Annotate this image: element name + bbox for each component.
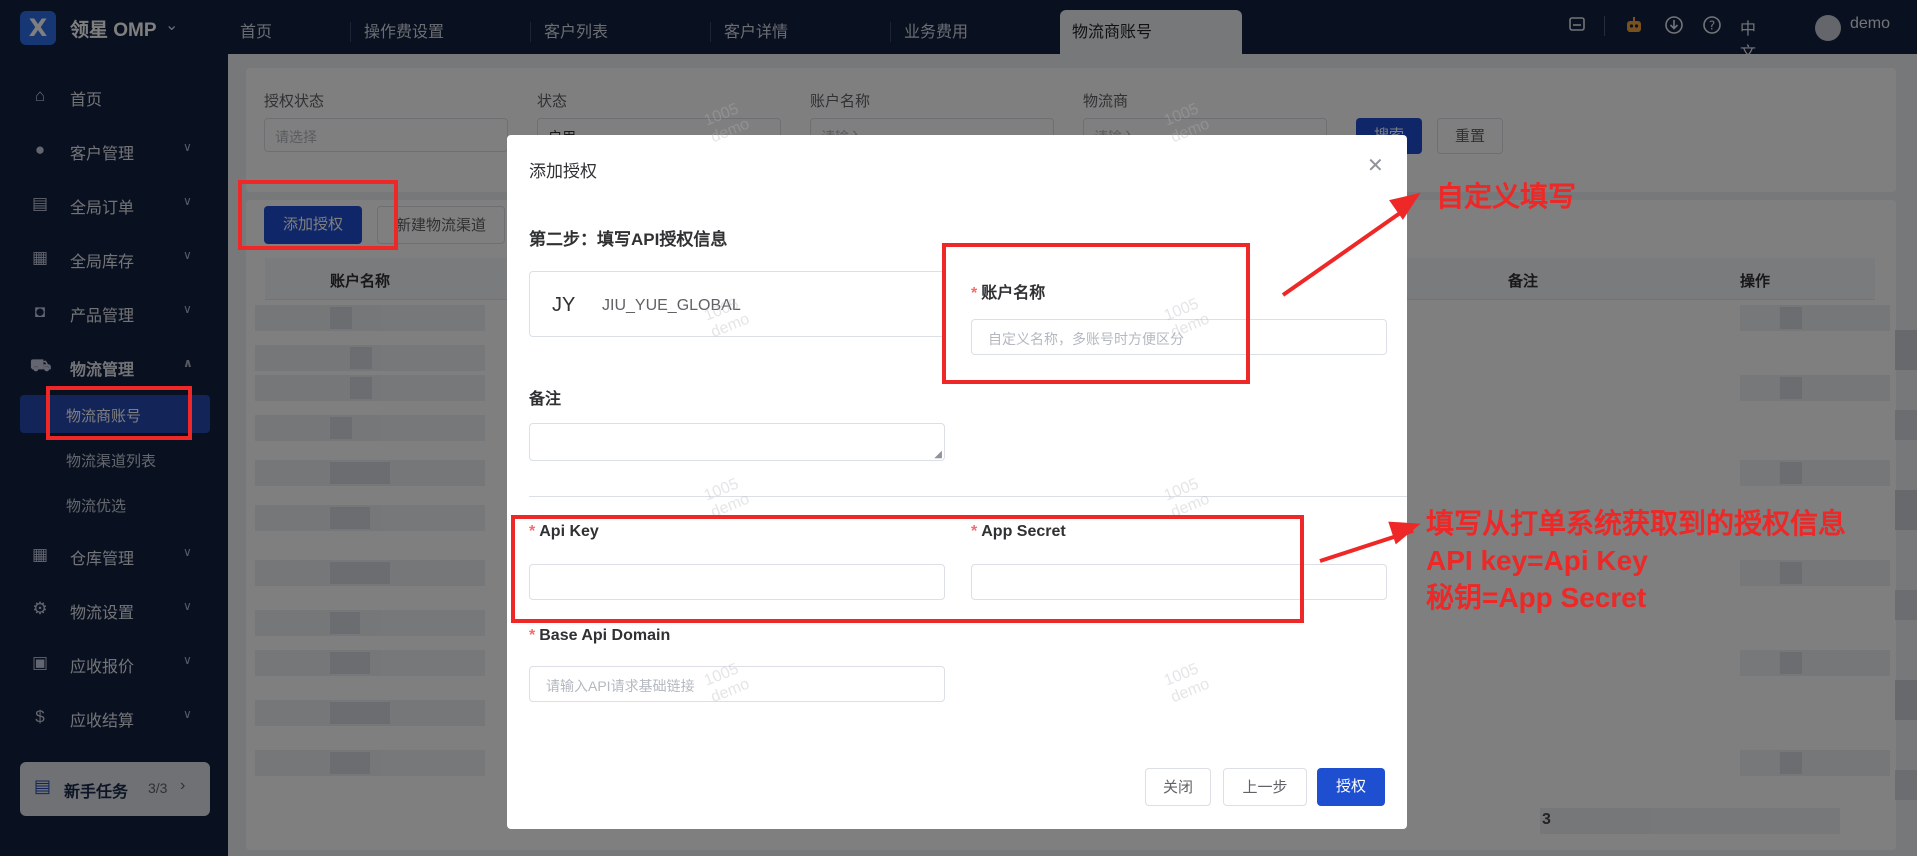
dialog-title: 添加授权 (529, 162, 597, 181)
resize-handle-icon[interactable]: ◢ (934, 449, 942, 460)
remark-label: 备注 (529, 391, 562, 408)
annotation-auth-info-title: 填写从打单系统获取到的授权信息 (1426, 508, 1847, 539)
annotation-custom-fill: 自定义填写 (1436, 181, 1577, 212)
annotation-box-account-name (942, 243, 1250, 384)
step-title: 第二步：填写API授权信息 (529, 230, 728, 249)
annotation-box-add-auth (238, 180, 398, 250)
carrier-abbr: JY (552, 294, 576, 316)
annotation-secret-mapping: 秘钥=App Secret (1426, 582, 1647, 613)
required-mark: * (529, 627, 536, 644)
remark-textarea[interactable]: ◢ (529, 423, 945, 461)
add-auth-dialog: 添加授权 ✕ 第二步：填写API授权信息 JY JIU_YUE_GLOBAL *… (507, 100, 1407, 829)
previous-step-button[interactable]: 上一步 (1223, 768, 1307, 806)
base-domain-label-text: Base Api Domain (539, 627, 671, 644)
divider (529, 496, 1407, 497)
watermark: 1005 demo (1162, 659, 1213, 707)
authorize-button[interactable]: 授权 (1317, 768, 1385, 806)
close-button[interactable]: 关闭 (1145, 768, 1211, 806)
annotation-api-key-mapping: API key=Api Key (1426, 545, 1648, 576)
base-domain-label: * Base Api Domain (529, 627, 670, 645)
close-icon[interactable]: ✕ (1367, 153, 1384, 178)
annotation-box-api-credentials (511, 515, 1304, 623)
annotation-box-carrier-account (46, 386, 192, 440)
